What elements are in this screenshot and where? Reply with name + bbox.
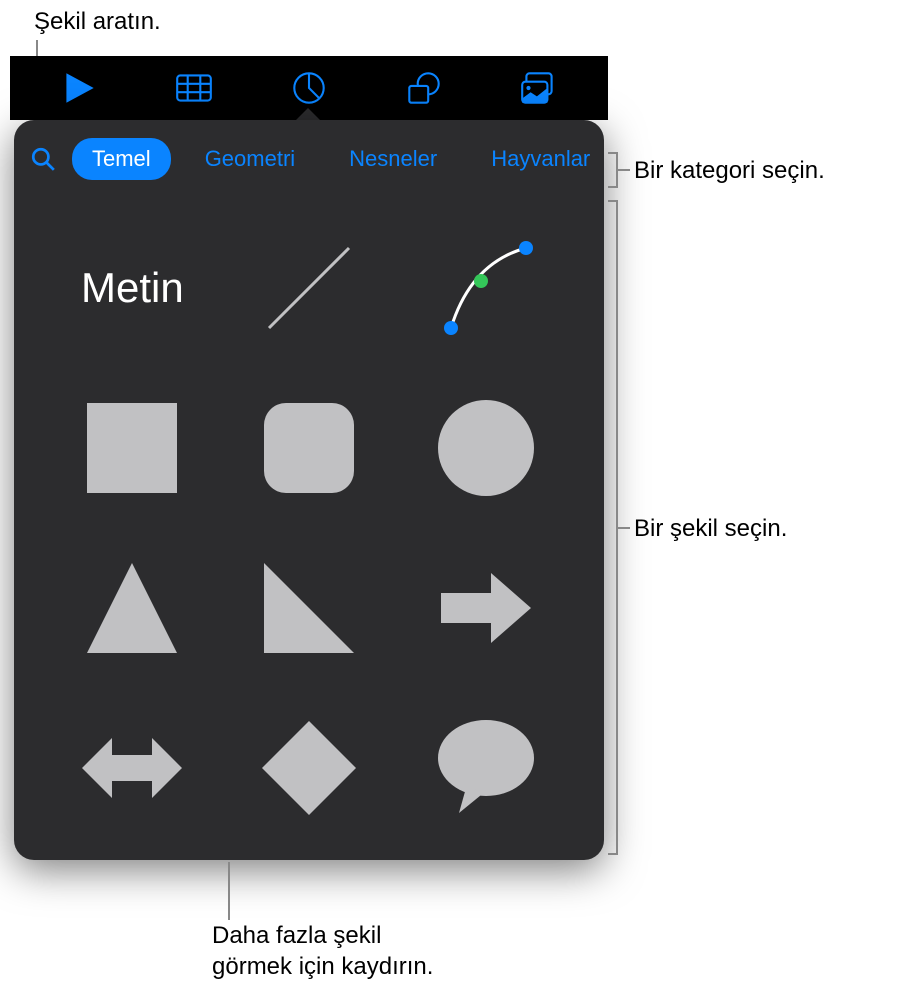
media-icon[interactable] [517, 66, 561, 110]
tab-basic[interactable]: Temel [72, 138, 171, 180]
callout-category-text: Bir kategori seçin. [634, 155, 825, 186]
bracket-category [608, 152, 618, 188]
shapes-grid[interactable]: Metin [14, 194, 604, 860]
shape-line[interactable] [231, 218, 388, 358]
shape-pentagon[interactable] [231, 858, 388, 860]
shape-circle[interactable] [407, 378, 564, 518]
shape-speech-bubble[interactable] [407, 698, 564, 838]
callout-line [228, 862, 230, 920]
shape-pen-curve[interactable] [407, 218, 564, 358]
chart-icon[interactable] [287, 66, 331, 110]
shapes-popover: Temel Geometri Nesneler Hayvanlar Metin [14, 120, 604, 860]
shape-arrow-right[interactable] [407, 538, 564, 678]
shape-rounded-square[interactable] [231, 378, 388, 518]
bracket-shape [608, 200, 618, 855]
shape-callout-rect[interactable] [54, 858, 211, 860]
callout-line [618, 169, 630, 171]
callout-line [618, 527, 630, 529]
table-icon[interactable] [172, 66, 216, 110]
search-icon[interactable] [28, 144, 58, 174]
tab-animals[interactable]: Hayvanlar [471, 138, 604, 180]
shape-right-triangle[interactable] [231, 538, 388, 678]
category-tabs: Temel Geometri Nesneler Hayvanlar [14, 120, 604, 194]
shape-diamond[interactable] [231, 698, 388, 838]
shape-triangle[interactable] [54, 538, 211, 678]
shape-star[interactable] [407, 858, 564, 860]
tab-geometry[interactable]: Geometri [185, 138, 315, 180]
shape-square[interactable] [54, 378, 211, 518]
tab-objects[interactable]: Nesneler [329, 138, 457, 180]
callout-scroll-text: Daha fazla şekil görmek için kaydırın. [212, 920, 433, 982]
shape-text[interactable]: Metin [54, 218, 211, 358]
callout-shape-text: Bir şekil seçin. [634, 513, 787, 544]
shape-text-label: Metin [81, 264, 184, 312]
shapes-icon[interactable] [402, 66, 446, 110]
play-icon[interactable] [57, 66, 101, 110]
callout-search-text: Şekil aratın. [34, 6, 161, 37]
shape-double-arrow[interactable] [54, 698, 211, 838]
